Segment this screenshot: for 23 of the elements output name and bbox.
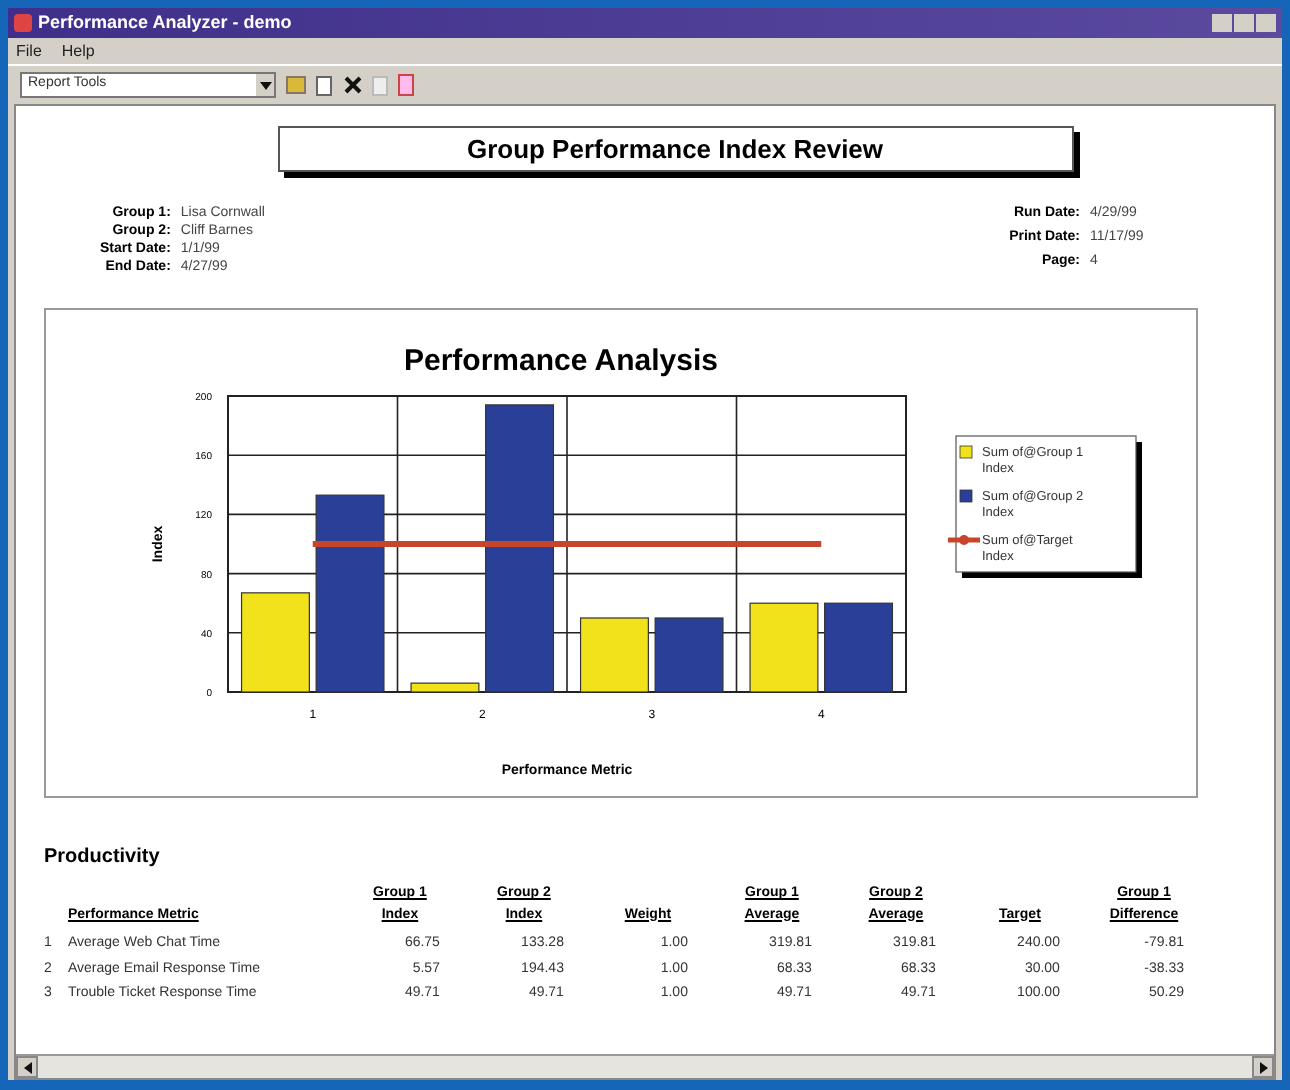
bar — [240, 592, 310, 693]
scroll-right-icon[interactable] — [1252, 1056, 1274, 1078]
delete-icon[interactable] — [342, 74, 362, 96]
legend-swatch — [959, 445, 973, 459]
bar — [579, 617, 649, 693]
legend-line-icon — [948, 535, 980, 545]
window-title: Performance Analyzer - demo — [38, 9, 292, 36]
document-icon[interactable] — [372, 75, 388, 95]
bar — [410, 682, 480, 693]
horizontal-scrollbar[interactable] — [16, 1054, 1274, 1078]
app-icon — [14, 14, 32, 32]
menu-item[interactable]: Help — [61, 39, 95, 63]
bar — [749, 602, 819, 693]
page-icon[interactable] — [316, 75, 332, 95]
folder-icon[interactable] — [286, 76, 306, 94]
chart-title: Performance Analysis — [403, 344, 719, 378]
report-icon[interactable] — [398, 74, 414, 96]
menu-item[interactable]: File — [16, 39, 42, 63]
bar — [654, 617, 724, 693]
section-title: Productivity — [44, 844, 162, 872]
bar — [824, 602, 894, 693]
legend-swatch — [959, 489, 973, 503]
scroll-left-icon[interactable] — [16, 1056, 38, 1078]
